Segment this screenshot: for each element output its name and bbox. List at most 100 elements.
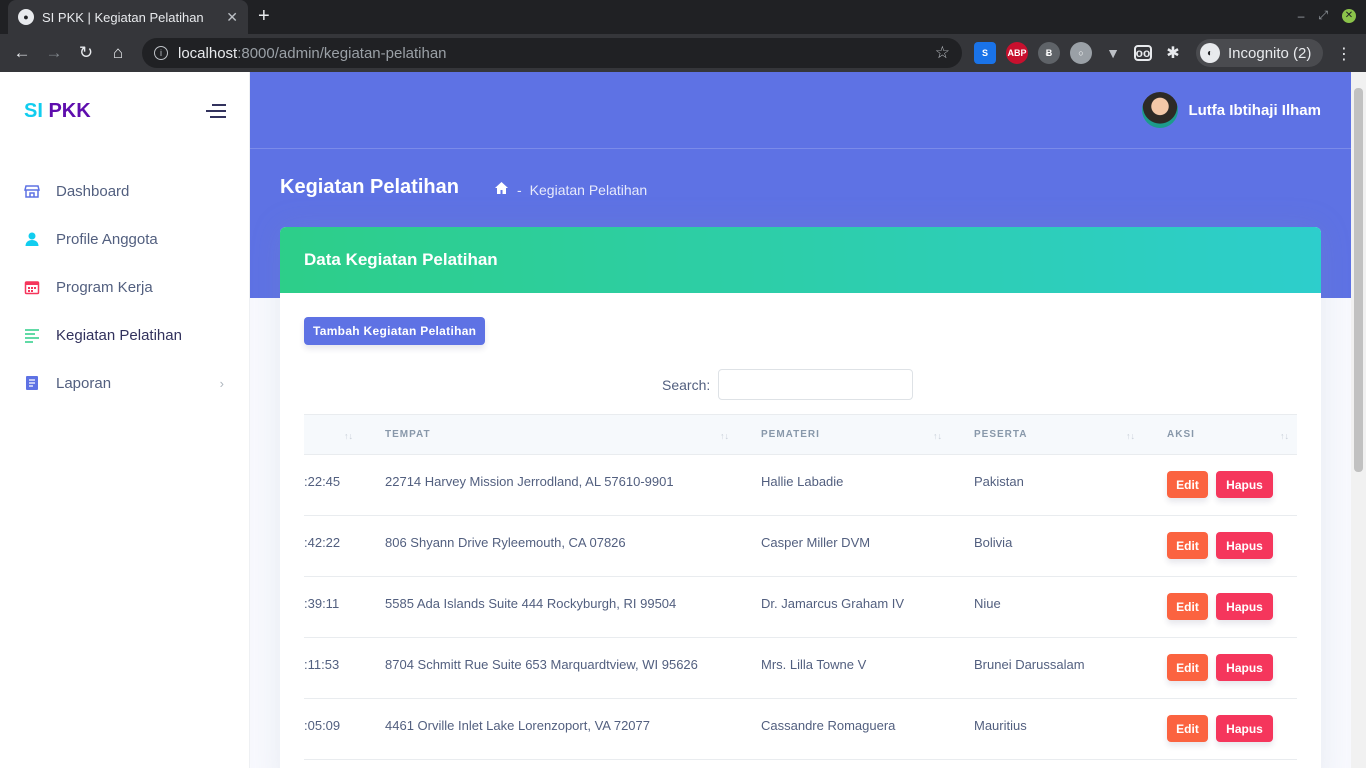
extension-circle-icon[interactable]: ○ — [1070, 42, 1092, 64]
sidebar-item-program-kerja[interactable]: Program Kerja — [0, 263, 250, 311]
cell-pemateri: Mrs. Lilla Towne V — [761, 657, 867, 672]
sidebar-item-label: Laporan — [56, 374, 112, 392]
table-row: :05:09 4461 Orville Inlet Lake Lorenzopo… — [304, 699, 1297, 760]
cell-peserta: Bolivia — [974, 535, 1013, 550]
topnav-divider — [250, 148, 1351, 149]
scrollbar-thumb[interactable] — [1354, 88, 1363, 472]
cell-tempat: 5585 Ada Islands Suite 444 Rockyburgh, R… — [385, 596, 677, 611]
sort-icon[interactable]: ↑↓ — [1280, 431, 1289, 441]
site-info-icon[interactable]: i — [154, 46, 168, 60]
sort-icon[interactable]: ↑↓ — [344, 431, 353, 441]
edit-button[interactable]: Edit — [1167, 654, 1208, 681]
sidebar-item-label: Kegiatan Pelatihan — [56, 326, 182, 344]
main-content: Lutfa Ibtihaji Ilham Kegiatan Pelatihan … — [250, 72, 1351, 768]
brand-si: SI — [24, 100, 43, 122]
kegiatan-table: ↑↓ TEMPAT ↑↓ PEMATERI ↑↓ PESERTA ↑↓ AKSI… — [304, 414, 1297, 760]
column-header-tempat[interactable]: TEMPAT — [385, 429, 431, 440]
cell-peserta: Niue — [974, 596, 1001, 611]
sidebar-item-label: Program Kerja — [56, 278, 153, 296]
window-controls: – ⤢ ✕ — [1298, 8, 1356, 23]
delete-button[interactable]: Hapus — [1216, 593, 1273, 620]
extension-s-icon[interactable]: S — [974, 42, 996, 64]
search-input[interactable] — [718, 369, 914, 400]
extension-box-icon[interactable]: oo — [1134, 45, 1152, 61]
delete-button[interactable]: Hapus — [1216, 654, 1273, 681]
favicon-icon: ● — [18, 9, 34, 25]
brand-logo[interactable]: SI PKK — [24, 100, 91, 123]
user-icon — [24, 231, 40, 247]
breadcrumb: - Kegiatan Pelatihan — [494, 181, 647, 199]
chevron-right-icon: › — [219, 375, 224, 391]
delete-button[interactable]: Hapus — [1216, 532, 1273, 559]
column-header-peserta[interactable]: PESERTA — [974, 429, 1028, 440]
cell-time: :42:22 — [304, 535, 341, 550]
extension-gray-icon[interactable]: Ƀ — [1038, 42, 1060, 64]
reload-icon[interactable]: ↻ — [70, 43, 102, 63]
table-header: ↑↓ TEMPAT ↑↓ PEMATERI ↑↓ PESERTA ↑↓ AKSI… — [304, 414, 1297, 455]
table-row: :22:45 22714 Harvey Mission Jerrodland, … — [304, 455, 1297, 516]
document-icon — [24, 375, 40, 391]
align-left-icon — [24, 327, 40, 343]
sidebar-nav: Dashboard Profile Anggota Program Kerja … — [0, 167, 250, 407]
edit-button[interactable]: Edit — [1167, 471, 1208, 498]
incognito-label: Incognito (2) — [1228, 44, 1312, 62]
breadcrumb-current: Kegiatan Pelatihan — [529, 182, 648, 198]
browser-toolbar: ← → ↻ ⌂ i localhost:8000/admin/kegiatan-… — [0, 34, 1366, 72]
card-title: Data Kegiatan Pelatihan — [304, 250, 498, 269]
sort-icon[interactable]: ↑↓ — [933, 431, 942, 441]
add-kegiatan-button[interactable]: Tambah Kegiatan Pelatihan — [304, 317, 486, 345]
cell-pemateri: Dr. Jamarcus Graham IV — [761, 596, 905, 611]
column-header-pemateri[interactable]: PEMATERI — [761, 429, 820, 440]
sidebar-item-laporan[interactable]: Laporan › — [0, 359, 250, 407]
url-text[interactable]: localhost:8000/admin/kegiatan-pelatihan — [178, 45, 935, 62]
incognito-icon: ◐ — [1200, 43, 1220, 63]
forward-icon[interactable]: → — [38, 43, 70, 63]
sidebar-toggle-icon[interactable] — [206, 104, 226, 122]
sidebar-item-kegiatan-pelatihan[interactable]: Kegiatan Pelatihan — [0, 311, 250, 359]
sidebar-item-dashboard[interactable]: Dashboard — [0, 167, 250, 215]
cell-tempat: 806 Shyann Drive Ryleemouth, CA 07826 — [385, 535, 626, 550]
search-label: Search: — [662, 376, 711, 393]
cell-peserta: Pakistan — [974, 474, 1024, 489]
tab-close-icon[interactable]: ✕ — [226, 9, 238, 26]
delete-button[interactable]: Hapus — [1216, 471, 1273, 498]
breadcrumb-separator: - — [517, 182, 522, 198]
edit-button[interactable]: Edit — [1167, 532, 1208, 559]
cell-time: :39:11 — [304, 596, 340, 611]
cell-tempat: 22714 Harvey Mission Jerrodland, AL 5761… — [385, 474, 674, 489]
sidebar: SI PKK Dashboard Profile Anggota Program… — [0, 72, 250, 768]
back-icon[interactable]: ← — [6, 43, 38, 63]
column-header-aksi[interactable]: AKSI — [1167, 429, 1195, 440]
bookmark-star-icon[interactable]: ☆ — [935, 43, 950, 63]
cell-pemateri: Hallie Labadie — [761, 474, 844, 489]
table-row: :42:22 806 Shyann Drive Ryleemouth, CA 0… — [304, 516, 1297, 577]
address-bar[interactable]: i localhost:8000/admin/kegiatan-pelatiha… — [142, 38, 962, 68]
new-tab-icon[interactable]: + — [258, 6, 270, 26]
home-icon[interactable] — [494, 181, 509, 199]
restore-icon[interactable]: ⤢ — [1318, 8, 1328, 23]
incognito-badge[interactable]: ◐ Incognito (2) — [1196, 39, 1324, 67]
browser-menu-icon[interactable]: ⋮ — [1336, 44, 1352, 64]
browser-tab[interactable]: ● SI PKK | Kegiatan Pelatihan ✕ — [8, 0, 248, 34]
delete-button[interactable]: Hapus — [1216, 715, 1273, 742]
brand-pkk: PKK — [48, 100, 91, 122]
search-box: Search: — [662, 369, 914, 400]
adblock-icon[interactable]: ABP — [1006, 42, 1028, 64]
extension-v-icon[interactable]: ▼ — [1102, 42, 1124, 64]
window-close-icon[interactable]: ✕ — [1342, 8, 1356, 23]
edit-button[interactable]: Edit — [1167, 715, 1208, 742]
browser-tabbar: ● SI PKK | Kegiatan Pelatihan ✕ + – ⤢ ✕ — [0, 0, 1366, 34]
sidebar-item-profile-anggota[interactable]: Profile Anggota — [0, 215, 250, 263]
page-scrollbar[interactable] — [1351, 72, 1366, 768]
user-menu[interactable]: Lutfa Ibtihaji Ilham — [1142, 92, 1321, 128]
sort-icon[interactable]: ↑↓ — [720, 431, 729, 441]
extensions-puzzle-icon[interactable]: ✱ — [1162, 42, 1184, 64]
card-header: Data Kegiatan Pelatihan — [280, 227, 1321, 293]
user-name: Lutfa Ibtihaji Ilham — [1188, 101, 1321, 119]
edit-button[interactable]: Edit — [1167, 593, 1208, 620]
home-icon[interactable]: ⌂ — [102, 43, 134, 63]
tab-title: SI PKK | Kegiatan Pelatihan — [42, 9, 204, 25]
cell-peserta: Mauritius — [974, 718, 1027, 733]
sort-icon[interactable]: ↑↓ — [1126, 431, 1135, 441]
minimize-icon[interactable]: – — [1298, 9, 1305, 23]
